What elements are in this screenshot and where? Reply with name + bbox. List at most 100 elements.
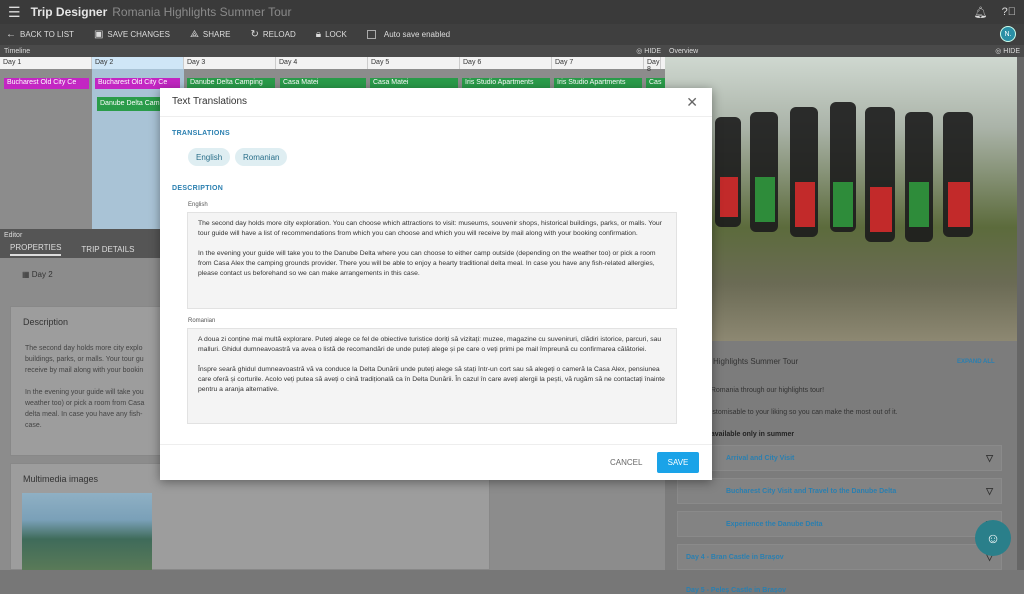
overview-intro: s available only in summer (705, 431, 795, 438)
description-line: In the evening your guide will take you (25, 389, 144, 396)
overview-day-label: Experience the Danube Delta (726, 520, 823, 528)
overview-hide-button[interactable]: ◎ HIDE (995, 47, 1020, 55)
avatar[interactable]: N. (1000, 26, 1016, 42)
day-column[interactable]: Day 4 (276, 57, 368, 69)
romanian-paragraph: Înspre seară ghidul dumneavoastră vă va … (198, 366, 665, 393)
day-column[interactable]: Day 1 (0, 57, 92, 69)
lock-button[interactable]: 🔒︎ LOCK (316, 29, 347, 40)
translations-section-label: TRANSLATIONS (172, 130, 230, 137)
chevron-down-icon: ▽ (986, 452, 993, 463)
overview-panel: Overview ◎ HIDE Highlights Summer Tour E… (665, 45, 1024, 594)
timeline-hide-button[interactable]: ◎ HIDE (636, 47, 661, 55)
reload-label: RELOAD (262, 30, 296, 39)
multimedia-title: Multimedia images (23, 474, 99, 484)
description-text: The second day holds more city explo bui… (25, 343, 175, 431)
expand-all-button[interactable]: EXPAND ALL (957, 359, 995, 365)
menu-icon[interactable]: ☰ (8, 4, 21, 21)
english-paragraph: The second day holds more city explorati… (198, 220, 662, 237)
share-label: SHARE (202, 30, 231, 39)
chip-romanian[interactable]: Romanian (235, 148, 288, 166)
overview-day-label: Arrival and City Visit (726, 454, 795, 462)
day-column[interactable]: Day 7 (552, 57, 644, 69)
timeline-hide-label: HIDE (644, 48, 661, 55)
romanian-paragraph: A doua zi conține mai multă explorare. P… (198, 336, 662, 353)
app-header: ☰ Trip Designer Romania Highlights Summe… (0, 0, 1024, 24)
english-paragraph: In the evening your guide will take you … (198, 250, 656, 277)
bell-icon[interactable]: 🔔︎ (974, 6, 988, 19)
overview-intro: customisable to your liking so you can m… (705, 409, 898, 416)
save-button[interactable]: SAVE (657, 452, 699, 473)
translations-modal: Text Translations ✕ TRANSLATIONS English… (160, 88, 712, 480)
close-icon[interactable]: ✕ (686, 94, 698, 111)
autosave-checkbox[interactable] (366, 30, 376, 39)
tab-trip-details[interactable]: TRIP DETAILS (81, 245, 134, 254)
timeline-days: Day 1 Day 2 Day 3 Day 4 Day 5 Day 6 Day … (0, 57, 665, 73)
romanian-label: Romanian (188, 318, 216, 324)
multimedia-image-thumbnail[interactable] (22, 493, 152, 570)
overview-heading: Highlights Summer Tour (713, 357, 799, 366)
tab-properties[interactable]: PROPERTIES (10, 243, 62, 256)
timeline-title: Timeline (4, 47, 31, 55)
save-icon: ▣ (93, 29, 104, 40)
reload-icon: ↻ (250, 29, 259, 40)
overview-title: Overview (669, 47, 699, 55)
share-button[interactable]: ⟁ SHARE (190, 29, 230, 40)
modal-divider (160, 116, 712, 117)
day-column[interactable]: Day 2 (92, 57, 184, 69)
overview-hide-label: HIDE (1003, 48, 1020, 55)
app-name: Trip Designer (30, 5, 108, 19)
description-line (25, 376, 175, 387)
overview-day-item[interactable]: Experience the Danube Delta▽ (677, 511, 1002, 537)
description-line: case. (25, 422, 42, 429)
day-column[interactable]: Day 5 (368, 57, 460, 69)
chip-english[interactable]: English (188, 148, 231, 166)
calendar-icon: ▦ (22, 270, 32, 279)
share-icon: ⟁ (189, 29, 199, 40)
overview-day-label[interactable]: Day 5 - Peleș Castle in Brașov (686, 587, 786, 594)
day-label: Day 2 (31, 270, 53, 279)
day-column[interactable]: Day 8 (644, 57, 661, 73)
back-arrow-icon: ← (6, 29, 16, 40)
english-description-field[interactable]: The second day holds more city explorati… (187, 212, 677, 309)
overview-day-item[interactable]: Arrival and City Visit ▽ (677, 445, 1002, 471)
description-line: buildings, parks, or malls. Your tour gu (25, 356, 144, 363)
timeline-event[interactable]: Bucharest Old City Ce (4, 78, 89, 89)
overview-day-item[interactable]: Bucharest City Visit and Travel to the D… (677, 478, 1002, 504)
description-line: weather too) or pick a room from Casa (25, 400, 145, 407)
day-column[interactable]: Day 3 (184, 57, 276, 69)
people-illustration (715, 102, 973, 242)
cancel-button[interactable]: CANCEL (610, 458, 642, 467)
back-label: BACK TO LIST (20, 30, 74, 39)
overview-scrollbar[interactable] (1017, 57, 1024, 570)
save-changes-label: SAVE CHANGES (107, 30, 170, 39)
overview-day-item[interactable]: Day 4 - Bran Castle in Brașov ▽ (677, 544, 1002, 570)
timeline-header: Timeline ◎ HIDE (0, 45, 665, 57)
help-icon[interactable]: ?⃝ (1002, 6, 1016, 19)
autosave-toggle[interactable]: Auto save enabled (366, 30, 450, 39)
save-changes-button[interactable]: ▣ SAVE CHANGES (94, 29, 170, 40)
chat-icon[interactable]: ☺ (975, 520, 1011, 556)
overview-header: Overview ◎ HIDE (665, 45, 1024, 57)
trip-name: Romania Highlights Summer Tour (112, 5, 292, 19)
description-section-label: DESCRIPTION (172, 185, 224, 192)
overview-day-label: Day 4 - Bran Castle in Brașov (686, 553, 784, 561)
overview-day-label: Bucharest City Visit and Travel to the D… (726, 487, 897, 495)
description-line: delta meal. In case you have any fish- (25, 411, 143, 418)
day-label-row: ▦ Day 2 (22, 270, 53, 279)
timeline-event[interactable]: Danube Delta Cam (97, 97, 167, 111)
description-line: The second day holds more city explo (25, 345, 143, 352)
overview-content: Highlights Summer Tour EXPAND ALL e Roma… (665, 341, 1017, 594)
modal-title: Text Translations (172, 96, 248, 107)
reload-button[interactable]: ↻ RELOAD (250, 29, 295, 40)
lock-label: LOCK (325, 30, 347, 39)
description-line: receive by mail along with your bookin (25, 367, 144, 374)
english-label: English (188, 202, 208, 208)
day-column[interactable]: Day 6 (460, 57, 552, 69)
overview-photo (665, 57, 1017, 341)
editor-title: Editor (4, 231, 23, 239)
chevron-down-icon: ▽ (986, 485, 993, 496)
back-to-list-button[interactable]: ← BACK TO LIST (6, 29, 74, 40)
romanian-description-field[interactable]: A doua zi conține mai multă explorare. P… (187, 328, 677, 424)
description-title: Description (23, 317, 69, 327)
overview-intro: e Romania through our highlights tour! (705, 387, 825, 394)
